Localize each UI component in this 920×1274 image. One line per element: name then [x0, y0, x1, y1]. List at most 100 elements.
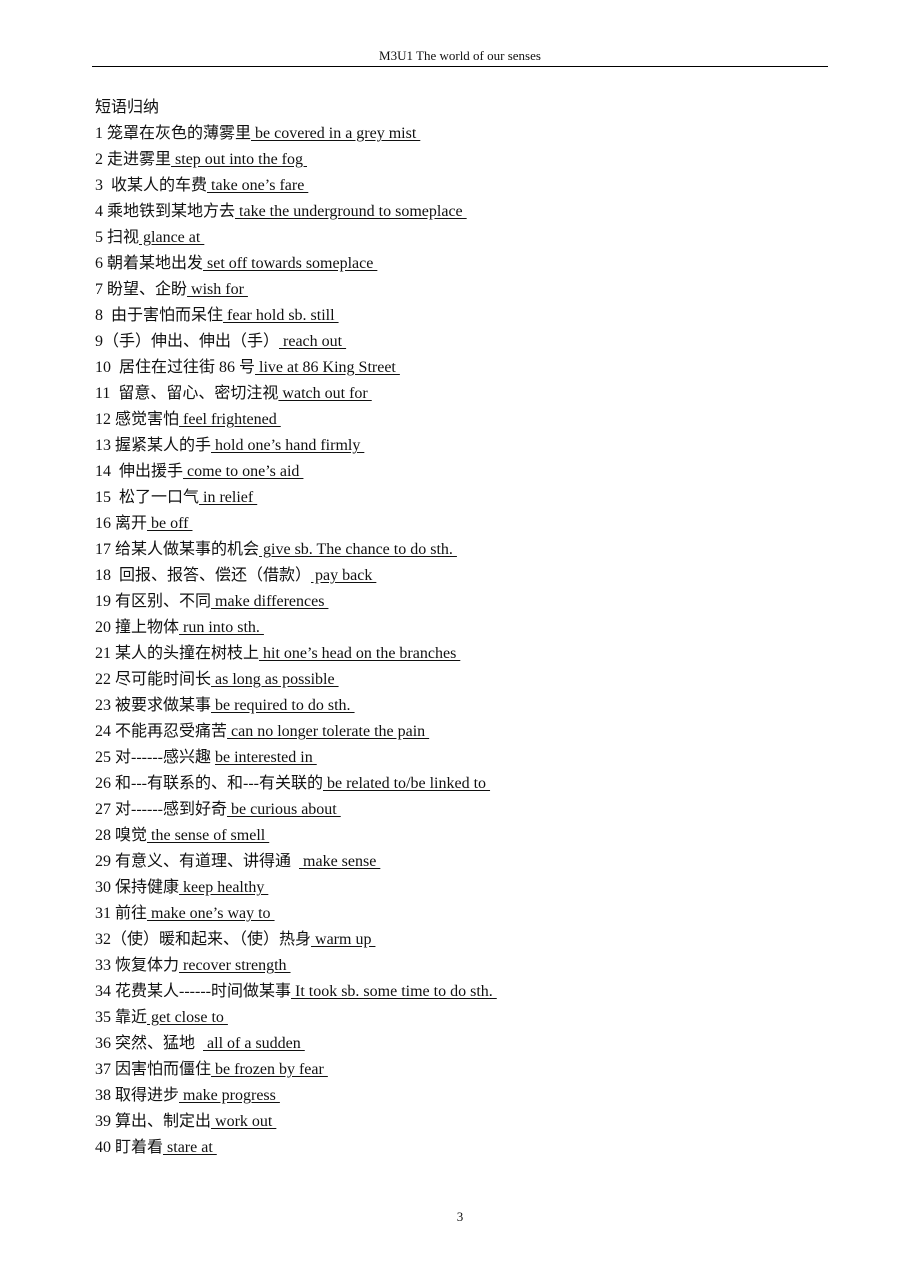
english-answer: stare at	[163, 1139, 217, 1156]
item-number: 33	[95, 957, 111, 974]
item-number: 40	[95, 1139, 111, 1156]
item-number: 20	[95, 619, 111, 636]
item-number: 12	[95, 411, 111, 428]
chinese-phrase: 收某人的车费	[111, 177, 208, 194]
chinese-phrase: 居住在过往街 86 号	[119, 359, 256, 376]
chinese-phrase: 握紧某人的手	[115, 437, 212, 454]
english-answer: step out into the fog	[171, 151, 307, 168]
english-answer: be related to/be linked to	[322, 775, 491, 792]
phrase-item: 11 留意、留心、密切注视 watch out for	[95, 381, 815, 407]
phrase-item: 17 给某人做某事的机会 give sb. The chance to do s…	[95, 537, 815, 563]
item-number: 18	[95, 567, 111, 584]
english-answer: keep healthy	[179, 879, 269, 896]
phrase-item: 9（手）伸出、伸出（手） reach out	[95, 329, 815, 355]
english-answer: can no longer tolerate the pain	[227, 723, 430, 740]
phrase-item: 30 保持健康 keep healthy	[95, 875, 815, 901]
english-answer: pay back	[311, 567, 377, 584]
english-answer: set off towards someplace	[203, 255, 378, 272]
section-title: 短语归纳	[95, 99, 160, 116]
item-number: 34	[95, 983, 111, 1000]
phrase-item: 32（使）暖和起来、（使）热身 warm up	[95, 927, 815, 953]
english-answer: warm up	[311, 931, 376, 948]
phrase-item: 21 某人的头撞在树枝上 hit one’s head on the branc…	[95, 641, 815, 667]
item-number: 2	[95, 151, 103, 168]
chinese-phrase: （手）伸出、伸出（手）	[103, 333, 280, 350]
english-answer: all of a sudden	[203, 1035, 305, 1052]
item-number: 39	[95, 1113, 111, 1130]
phrase-item: 35 靠近 get close to	[95, 1005, 815, 1031]
phrase-items: 1 笼罩在灰色的薄雾里 be covered in a grey mist 2 …	[95, 121, 815, 1161]
chinese-phrase: 松了一口气	[119, 489, 200, 506]
chinese-phrase: 嗅觉	[115, 827, 148, 844]
item-number: 21	[95, 645, 111, 662]
english-answer: watch out for	[278, 385, 372, 402]
item-number: 32	[95, 931, 111, 948]
item-number: 15	[95, 489, 111, 506]
phrase-item: 5 扫视 glance at	[95, 225, 815, 251]
phrase-item: 18 回报、报答、偿还（借款） pay back	[95, 563, 815, 589]
item-number: 24	[95, 723, 111, 740]
item-number: 27	[95, 801, 111, 818]
item-number: 22	[95, 671, 111, 688]
english-answer: fear hold sb. still	[223, 307, 339, 324]
phrase-item: 10 居住在过往街 86 号 live at 86 King Street	[95, 355, 815, 381]
item-number: 7	[95, 281, 103, 298]
phrase-item: 28 嗅觉 the sense of smell	[95, 823, 815, 849]
item-number: 25	[95, 749, 111, 766]
chinese-phrase: 笼罩在灰色的薄雾里	[107, 125, 252, 142]
english-answer: feel frightened	[179, 411, 281, 428]
phrase-item: 20 撞上物体 run into sth.	[95, 615, 815, 641]
item-number: 8	[95, 307, 103, 324]
phrase-item: 1 笼罩在灰色的薄雾里 be covered in a grey mist	[95, 121, 815, 147]
chinese-phrase: 某人的头撞在树枝上	[115, 645, 260, 662]
english-answer: glance at	[139, 229, 205, 246]
english-answer: be frozen by fear	[211, 1061, 328, 1078]
phrase-item: 6 朝着某地出发 set off towards someplace	[95, 251, 815, 277]
item-number: 17	[95, 541, 111, 558]
phrase-item: 22 尽可能时间长 as long as possible	[95, 667, 815, 693]
english-answer: be off	[147, 515, 193, 532]
chinese-phrase: 突然、猛地	[115, 1035, 204, 1052]
chinese-phrase: （使）暖和起来、（使）热身	[111, 931, 312, 948]
item-number: 23	[95, 697, 111, 714]
chinese-phrase: 由于害怕而呆住	[111, 307, 224, 324]
chinese-phrase: 靠近	[115, 1009, 148, 1026]
chinese-phrase: 不能再忍受痛苦	[115, 723, 228, 740]
english-answer: reach out	[279, 333, 347, 350]
page-header: M3U1 The world of our senses	[92, 47, 828, 65]
english-answer: wish for	[187, 281, 248, 298]
english-answer: give sb. The chance to do sth.	[259, 541, 457, 558]
item-number: 10	[95, 359, 111, 376]
english-answer: as long as possible	[211, 671, 339, 688]
phrase-list: 短语归纳 1 笼罩在灰色的薄雾里 be covered in a grey mi…	[95, 95, 815, 1161]
phrase-item: 19 有区别、不同 make differences	[95, 589, 815, 615]
english-answer: make differences	[211, 593, 329, 610]
phrase-item: 2 走进雾里 step out into the fog	[95, 147, 815, 173]
chinese-phrase: 朝着某地出发	[107, 255, 204, 272]
english-answer: hit one’s head on the branches	[259, 645, 461, 662]
item-number: 37	[95, 1061, 111, 1078]
english-answer: run into sth.	[179, 619, 264, 636]
english-answer: the sense of smell	[147, 827, 270, 844]
phrase-item: 23 被要求做某事 be required to do sth.	[95, 693, 815, 719]
chinese-phrase: 走进雾里	[107, 151, 172, 168]
chinese-phrase: 对------感兴趣	[115, 749, 215, 766]
english-answer: make one’s way to	[147, 905, 275, 922]
chinese-phrase: 回报、报答、偿还（借款）	[119, 567, 312, 584]
english-answer: in relief	[199, 489, 258, 506]
item-spacer	[103, 307, 111, 324]
chinese-phrase: 被要求做某事	[115, 697, 212, 714]
chinese-phrase: 尽可能时间长	[115, 671, 212, 688]
item-number: 5	[95, 229, 103, 246]
english-answer: come to one’s aid	[183, 463, 304, 480]
chinese-phrase: 算出、制定出	[115, 1113, 212, 1130]
phrase-item: 7 盼望、企盼 wish for	[95, 277, 815, 303]
item-spacer	[111, 489, 119, 506]
english-answer: make sense	[299, 853, 381, 870]
item-number: 16	[95, 515, 111, 532]
item-number: 9	[95, 333, 103, 350]
chinese-phrase: 有区别、不同	[115, 593, 212, 610]
item-number: 31	[95, 905, 111, 922]
chinese-phrase: 因害怕而僵住	[115, 1061, 212, 1078]
english-answer: take one’s fare	[207, 177, 309, 194]
